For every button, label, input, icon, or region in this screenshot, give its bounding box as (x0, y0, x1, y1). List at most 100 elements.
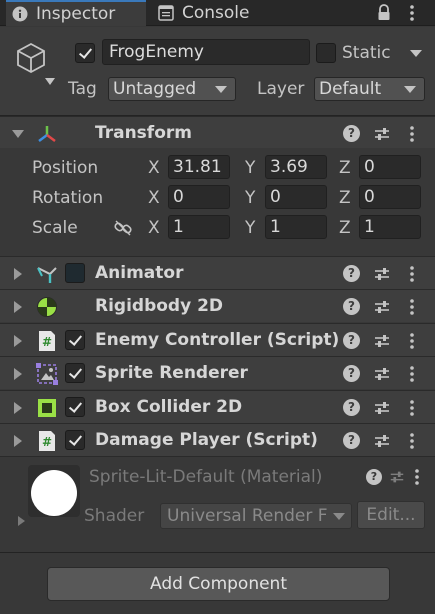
rotation-y-field[interactable]: 0 (265, 185, 327, 209)
tab-bar: Inspector Console (0, 0, 435, 26)
object-name-field[interactable]: FrogEnemy (102, 39, 310, 65)
box-collider-enabled-checkbox[interactable] (65, 397, 85, 417)
divider (0, 552, 435, 553)
presets-icon[interactable] (389, 469, 405, 490)
axis-z-label: Z (339, 218, 351, 238)
component-header-box-collider2d[interactable]: Box Collider 2D ? (0, 390, 435, 423)
help-icon[interactable]: ? (343, 298, 360, 315)
component-header-animator[interactable]: Animator ? (0, 256, 435, 289)
info-icon (12, 6, 28, 22)
material-foldout-icon[interactable] (18, 516, 25, 526)
component-title: Sprite Renderer (95, 363, 248, 383)
chevron-down-icon (333, 513, 345, 520)
rotation-label: Rotation (32, 188, 104, 208)
component-header-damage-player[interactable]: # Damage Player (Script) ? (0, 423, 435, 456)
console-icon (158, 5, 174, 21)
help-icon[interactable]: ? (343, 432, 360, 449)
lock-icon[interactable] (376, 3, 392, 23)
presets-icon[interactable] (373, 365, 391, 383)
script-icon: # (36, 330, 58, 352)
position-y-field[interactable]: 3.69 (265, 155, 327, 179)
component-header-enemy-controller[interactable]: # Enemy Controller (Script) ? (0, 323, 435, 356)
component-title: Box Collider 2D (95, 397, 243, 417)
component-menu-icon[interactable] (405, 364, 419, 384)
sprite-renderer-icon (36, 363, 58, 385)
position-x-field[interactable]: 31.81 (168, 155, 230, 179)
presets-icon[interactable] (373, 399, 391, 417)
tag-value: Untagged (113, 79, 197, 99)
foldout-closed-icon[interactable] (14, 435, 22, 447)
foldout-closed-icon[interactable] (14, 402, 22, 414)
rotation-x-field[interactable]: 0 (168, 185, 230, 209)
sprite-renderer-enabled-checkbox[interactable] (65, 363, 85, 383)
foldout-closed-icon[interactable] (14, 301, 22, 313)
presets-icon[interactable] (373, 125, 391, 143)
component-title: Damage Player (Script) (95, 430, 318, 450)
tab-console-label: Console (182, 3, 250, 23)
static-dropdown-arrow-icon[interactable] (410, 50, 422, 57)
layer-dropdown[interactable]: Default (314, 77, 425, 101)
object-header: FrogEnemy Static Tag Untagged Layer Defa… (0, 27, 435, 116)
tab-menu-icon[interactable] (405, 3, 419, 23)
link-scale-icon[interactable] (113, 218, 133, 243)
help-icon[interactable]: ? (366, 469, 382, 485)
foldout-closed-icon[interactable] (14, 268, 22, 280)
layer-label: Layer (257, 79, 305, 99)
tab-console[interactable]: Console (152, 0, 272, 26)
add-component-button[interactable]: Add Component (47, 567, 390, 601)
component-title: Enemy Controller (Script) (95, 330, 340, 350)
scale-y-field[interactable]: 1 (265, 215, 327, 239)
axis-z-label: Z (339, 158, 351, 178)
tab-inspector-label: Inspector (36, 4, 116, 24)
axis-y-label: Y (245, 158, 256, 178)
help-icon[interactable]: ? (343, 125, 360, 142)
component-title: Transform (95, 123, 192, 143)
component-menu-icon[interactable] (405, 124, 419, 144)
scale-x-field[interactable]: 1 (168, 215, 230, 239)
static-checkbox[interactable] (316, 43, 336, 63)
component-header-sprite-renderer[interactable]: Sprite Renderer ? (0, 356, 435, 389)
presets-icon[interactable] (373, 432, 391, 450)
animator-icon (36, 263, 58, 285)
foldout-closed-icon[interactable] (14, 368, 22, 380)
icon-dropdown-arrow-icon[interactable] (45, 71, 55, 85)
shader-dropdown[interactable]: Universal Render F (160, 503, 352, 529)
tab-inspector[interactable]: Inspector (6, 0, 146, 26)
edit-shader-button[interactable]: Edit... (357, 501, 425, 529)
axis-x-label: X (148, 188, 160, 208)
component-menu-icon[interactable] (405, 331, 419, 351)
component-header-rigidbody2d[interactable]: Rigidbody 2D ? (0, 289, 435, 322)
material-title: Sprite-Lit-Default (Material) (89, 467, 323, 487)
gameobject-cube-icon[interactable] (14, 41, 48, 75)
rotation-z-field[interactable]: 0 (359, 185, 421, 209)
scale-label: Scale (32, 218, 78, 238)
help-icon[interactable]: ? (343, 265, 360, 282)
enemy-controller-enabled-checkbox[interactable] (65, 330, 85, 350)
active-checkbox[interactable] (75, 43, 95, 63)
component-menu-icon[interactable] (405, 431, 419, 451)
foldout-open-icon[interactable] (12, 130, 24, 138)
help-icon[interactable]: ? (343, 365, 360, 382)
damage-player-enabled-checkbox[interactable] (65, 430, 85, 450)
component-header-transform[interactable]: Transform ? (0, 116, 435, 149)
presets-icon[interactable] (373, 332, 391, 350)
presets-icon[interactable] (373, 298, 391, 316)
component-title: Rigidbody 2D (95, 296, 224, 316)
help-icon[interactable]: ? (343, 332, 360, 349)
svg-text:#: # (42, 335, 52, 349)
component-menu-icon[interactable] (405, 398, 419, 418)
material-section: Sprite-Lit-Default (Material) ? Shader U… (0, 456, 435, 551)
material-menu-icon[interactable] (410, 467, 424, 492)
tag-dropdown[interactable]: Untagged (108, 77, 236, 101)
position-z-field[interactable]: 0 (359, 155, 421, 179)
component-title: Animator (95, 263, 184, 283)
help-icon[interactable]: ? (343, 399, 360, 416)
presets-icon[interactable] (373, 265, 391, 283)
scale-z-field[interactable]: 1 (359, 215, 421, 239)
foldout-closed-icon[interactable] (14, 335, 22, 347)
rigidbody-icon (36, 296, 58, 318)
axis-y-label: Y (245, 188, 256, 208)
component-menu-icon[interactable] (405, 297, 419, 317)
animator-enabled-checkbox[interactable] (65, 263, 85, 283)
component-menu-icon[interactable] (405, 264, 419, 284)
